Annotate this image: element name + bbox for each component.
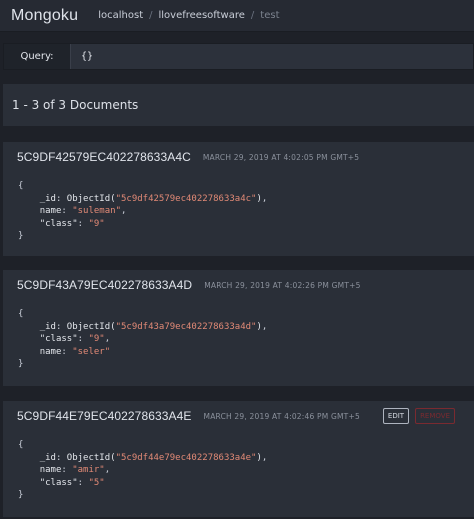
json-brace-close: }	[18, 359, 24, 369]
document-json: { _id: ObjectId("5c9df44e79ec402278633a4…	[3, 439, 474, 502]
json-key: name	[39, 346, 62, 357]
json-brace-open: {	[18, 309, 24, 319]
json-key: _id	[39, 193, 56, 204]
json-value: "5c9df43a79ec402278633a4d"	[115, 321, 257, 332]
document-card: 5C9DF44E79EC402278633A4E MARCH 29, 2019 A…	[3, 401, 474, 517]
json-colon: :	[61, 346, 73, 357]
json-value: "5"	[88, 477, 105, 488]
navbar: Mongoku localhost / llovefreesoftware / …	[0, 0, 474, 32]
query-bar: Query:	[3, 43, 474, 70]
json-field: "class": "9"	[18, 218, 474, 231]
json-field: "class": "9",	[18, 333, 474, 346]
json-objectid-open: ObjectId(	[66, 193, 116, 204]
document-card: 5C9DF43A79EC402278633A4D MARCH 29, 2019 A…	[3, 270, 474, 386]
json-objectid-open: ObjectId(	[66, 452, 116, 463]
json-brace-close: }	[18, 231, 24, 241]
json-comma: ,	[261, 193, 268, 204]
document-id: 5C9DF43A79EC402278633A4D	[17, 278, 193, 292]
json-value: "suleman"	[72, 206, 121, 216]
document-id: 5C9DF44E79EC402278633A4E	[17, 409, 192, 423]
json-key: _id	[39, 321, 56, 332]
remove-button[interactable]: REMOVE	[415, 408, 455, 424]
breadcrumb-database[interactable]: llovefreesoftware	[159, 10, 245, 21]
json-objectid-open: ObjectId(	[66, 321, 116, 332]
edit-button[interactable]: EDIT	[382, 408, 410, 424]
document-date: MARCH 29, 2019 AT 4:02:46 PM GMT+5	[203, 411, 360, 421]
breadcrumb: localhost / llovefreesoftware / test	[98, 10, 279, 21]
breadcrumb-separator: /	[149, 10, 153, 21]
document-date: MARCH 29, 2019 AT 4:02:26 PM GMT+5	[204, 280, 361, 290]
json-key: name	[39, 465, 62, 475]
document-actions: EDIT REMOVE	[382, 408, 455, 424]
json-colon: :	[77, 334, 89, 344]
json-brace-open: {	[18, 440, 24, 450]
json-value: "9"	[88, 218, 105, 229]
json-key: _id	[39, 452, 56, 463]
json-field: _id: ObjectId("5c9df44e79ec402278633a4e"…	[18, 452, 474, 465]
json-colon: :	[55, 193, 67, 204]
json-value: "9"	[88, 334, 105, 344]
document-date: MARCH 29, 2019 AT 4:02:05 PM GMT+5	[202, 152, 360, 162]
json-value: "amir"	[72, 465, 105, 475]
json-colon: :	[55, 321, 67, 332]
json-key: "class"	[39, 477, 78, 488]
query-label: Query:	[4, 44, 71, 69]
json-field: name: "suleman",	[18, 205, 474, 218]
json-comma: ,	[261, 321, 268, 332]
json-colon: :	[55, 452, 67, 463]
breadcrumb-separator: /	[250, 10, 255, 21]
json-brace-close: }	[18, 490, 24, 500]
json-value: "seler"	[72, 346, 111, 357]
brand-logo[interactable]: Mongoku	[11, 7, 78, 25]
document-card: 5C9DF42579EC402278633A4C MARCH 29, 2019 A…	[3, 142, 474, 256]
json-brace-open: {	[18, 181, 24, 191]
json-field: _id: ObjectId("5c9df42579ec402278633a4c"…	[18, 193, 474, 206]
json-comma: ,	[104, 465, 111, 475]
json-colon: :	[61, 465, 73, 475]
document-header: 5C9DF42579EC402278633A4C MARCH 29, 2019 A…	[3, 142, 474, 172]
document-header: 5C9DF43A79EC402278633A4D MARCH 29, 2019 A…	[3, 270, 474, 300]
json-comma: ,	[121, 206, 127, 216]
json-key: "class"	[39, 334, 78, 344]
results-summary: 1 - 3 of 3 Documents	[3, 84, 474, 126]
document-json: { _id: ObjectId("5c9df43a79ec402278633a4…	[3, 308, 474, 371]
json-field: "class": "5"	[18, 477, 474, 490]
json-comma: ,	[104, 334, 111, 344]
document-header: 5C9DF44E79EC402278633A4E MARCH 29, 2019 A…	[3, 401, 474, 431]
json-field: _id: ObjectId("5c9df43a79ec402278633a4d"…	[18, 321, 474, 334]
document-json: { _id: ObjectId("5c9df42579ec402278633a4…	[3, 180, 474, 243]
document-id: 5C9DF42579EC402278633A4C	[17, 150, 191, 164]
json-key: name	[39, 206, 62, 216]
json-field: name: "seler"	[18, 346, 474, 359]
breadcrumb-collection: test	[260, 10, 280, 21]
json-colon: :	[77, 218, 89, 229]
query-input[interactable]	[71, 44, 473, 69]
json-colon: :	[77, 477, 89, 488]
json-comma: ,	[261, 452, 268, 463]
json-colon: :	[61, 206, 73, 216]
json-field: name: "amir",	[18, 464, 474, 477]
json-key: "class"	[39, 218, 78, 229]
json-value: "5c9df42579ec402278633a4c"	[115, 193, 257, 204]
breadcrumb-server[interactable]: localhost	[98, 10, 143, 21]
json-value: "5c9df44e79ec402278633a4e"	[115, 452, 257, 463]
